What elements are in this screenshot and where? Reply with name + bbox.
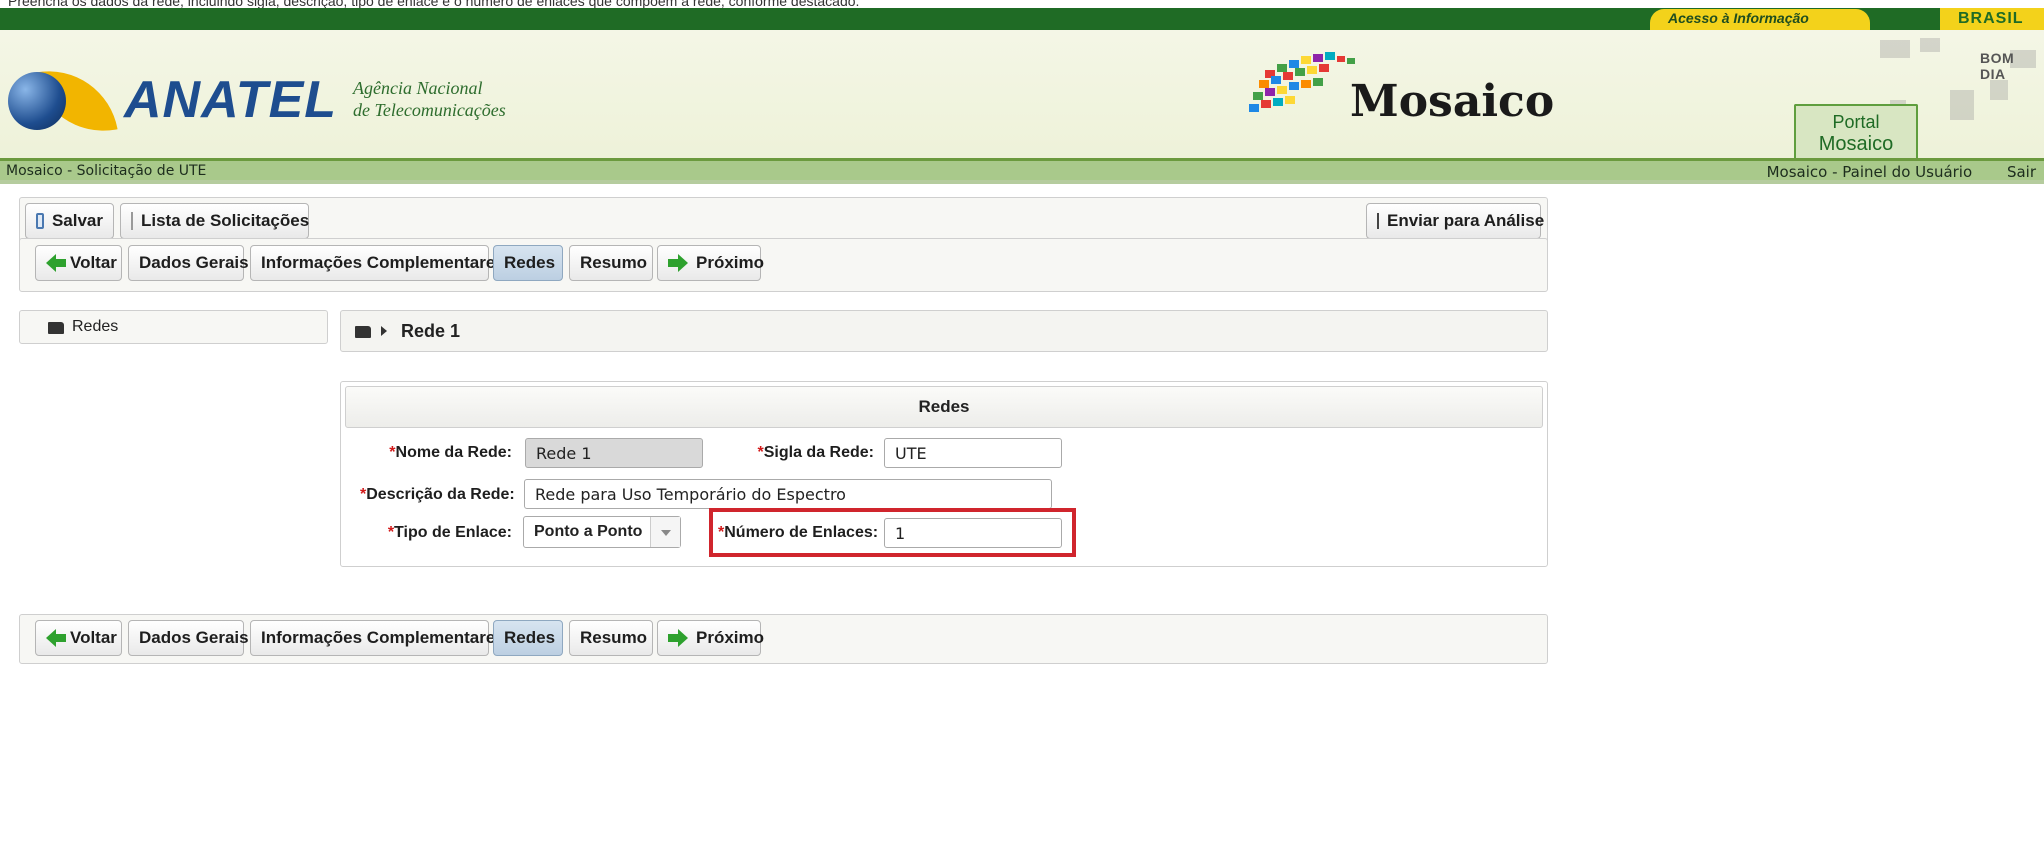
save-icon: [36, 213, 44, 229]
caret-right-icon: [381, 326, 387, 336]
save-button[interactable]: Salvar: [25, 203, 114, 239]
next-button-bottom[interactable]: Próximo: [657, 620, 765, 656]
next-button[interactable]: Próximo: [657, 245, 765, 281]
portal-mosaico-tab[interactable]: Portal Mosaico: [1794, 104, 1918, 159]
step-complementary-info-bottom[interactable]: Informações Complementares: [250, 620, 505, 656]
anatel-logo-globe: [8, 72, 66, 130]
page-breadcrumb: Mosaico - Solicitação de UTE: [6, 163, 207, 179]
portal-tab-line1: Portal: [1832, 112, 1880, 132]
form-title: Redes: [345, 386, 1543, 428]
step-general-label: Dados Gerais: [139, 253, 249, 272]
network-breadcrumb-label: Rede 1: [401, 320, 461, 341]
network-name-field[interactable]: [525, 438, 703, 468]
checkered-flag-icon: [1377, 213, 1379, 229]
step-general-data[interactable]: Dados Gerais: [128, 245, 249, 281]
next-button-label: Próximo: [696, 253, 765, 272]
network-description-field[interactable]: [524, 479, 1052, 509]
save-button-label: Salvar: [51, 211, 103, 230]
step-summary-label: Resumo: [580, 628, 648, 647]
step-summary[interactable]: Resumo: [569, 245, 653, 281]
portal-tab-line2: Mosaico: [1818, 133, 1894, 155]
nav-divider: [0, 180, 2044, 184]
step-networks-bottom[interactable]: Redes: [493, 620, 563, 656]
step-summary-label: Resumo: [580, 253, 648, 272]
network-name-label-text: Nome da Rede:: [395, 444, 512, 461]
network-description-label-text: Descrição da Rede:: [366, 486, 515, 503]
agency-name-line2: de Telecomunicações: [353, 100, 506, 120]
back-button[interactable]: Voltar: [35, 245, 122, 281]
highlight-box: [709, 508, 1076, 557]
list-icon: [131, 212, 133, 230]
back-arrow-icon: [46, 629, 66, 647]
step-general-label: Dados Gerais: [139, 628, 249, 647]
submit-analysis-button[interactable]: Enviar para Análise: [1366, 203, 1545, 239]
agency-name-line1: Agência Nacional: [353, 78, 483, 98]
next-arrow-icon: [668, 254, 688, 272]
network-acronym-label-text: Sigla da Rede:: [763, 444, 874, 461]
networks-tree-root[interactable]: Redes: [19, 310, 328, 344]
submit-analysis-button-label: Enviar para Análise: [1387, 211, 1545, 230]
step-summary-bottom[interactable]: Resumo: [569, 620, 653, 656]
back-arrow-icon: [46, 254, 66, 272]
network-name-label: *Nome da Rede:: [380, 444, 512, 462]
step-general-data-bottom[interactable]: Dados Gerais: [128, 620, 249, 656]
anatel-logo[interactable]: ANATEL: [124, 70, 337, 130]
back-button-bottom[interactable]: Voltar: [35, 620, 122, 656]
network-acronym-field[interactable]: [884, 438, 1062, 468]
link-type-select[interactable]: Ponto a Ponto: [523, 516, 681, 548]
user-panel-link[interactable]: Mosaico - Painel do Usuário: [1767, 163, 1973, 181]
back-button-label: Voltar: [70, 253, 117, 272]
step-networks-label: Redes: [504, 253, 556, 272]
brasil-logo-text: BRASIL: [1958, 10, 2024, 27]
network-acronym-label: *Sigla da Rede:: [740, 444, 874, 462]
step-complementary-info[interactable]: Informações Complementares: [250, 245, 505, 281]
logout-link[interactable]: Sair: [2007, 163, 2036, 181]
step-networks[interactable]: Redes: [493, 245, 563, 281]
greeting-text: BOM DIA: [1980, 50, 2015, 82]
next-arrow-icon: [668, 629, 688, 647]
network-description-label: *Descrição da Rede:: [360, 486, 515, 504]
back-button-label: Voltar: [70, 628, 117, 647]
request-list-button[interactable]: Lista de Solicitações: [120, 203, 309, 239]
instruction-text: Preencha os dados da rede, incluindo sig…: [8, 0, 860, 8]
link-type-selected: Ponto a Ponto: [534, 523, 643, 540]
access-info-link[interactable]: Acesso à Informação: [1668, 10, 1809, 26]
step-networks-label: Redes: [504, 628, 556, 647]
link-type-label-text: Tipo de Enlace:: [394, 524, 512, 541]
next-button-label: Próximo: [696, 628, 765, 647]
nav-bar: Mosaico - Solicitação de UTE Mosaico - P…: [0, 158, 2044, 181]
folder-open-icon: [48, 322, 64, 334]
folder-open-icon: [355, 326, 371, 338]
step-complementary-label: Informações Complementares: [261, 628, 505, 647]
step-complementary-label: Informações Complementares: [261, 253, 505, 272]
link-type-label: *Tipo de Enlace:: [380, 524, 512, 542]
network-breadcrumb: Rede 1: [340, 310, 1548, 352]
nav-links: Mosaico - Painel do Usuário Sair: [1737, 163, 2036, 181]
app-title: Mosaico: [1350, 76, 1555, 127]
networks-tree-label: Redes: [72, 318, 119, 335]
chevron-down-icon[interactable]: [650, 517, 680, 547]
request-list-button-label: Lista de Solicitações: [141, 211, 310, 230]
